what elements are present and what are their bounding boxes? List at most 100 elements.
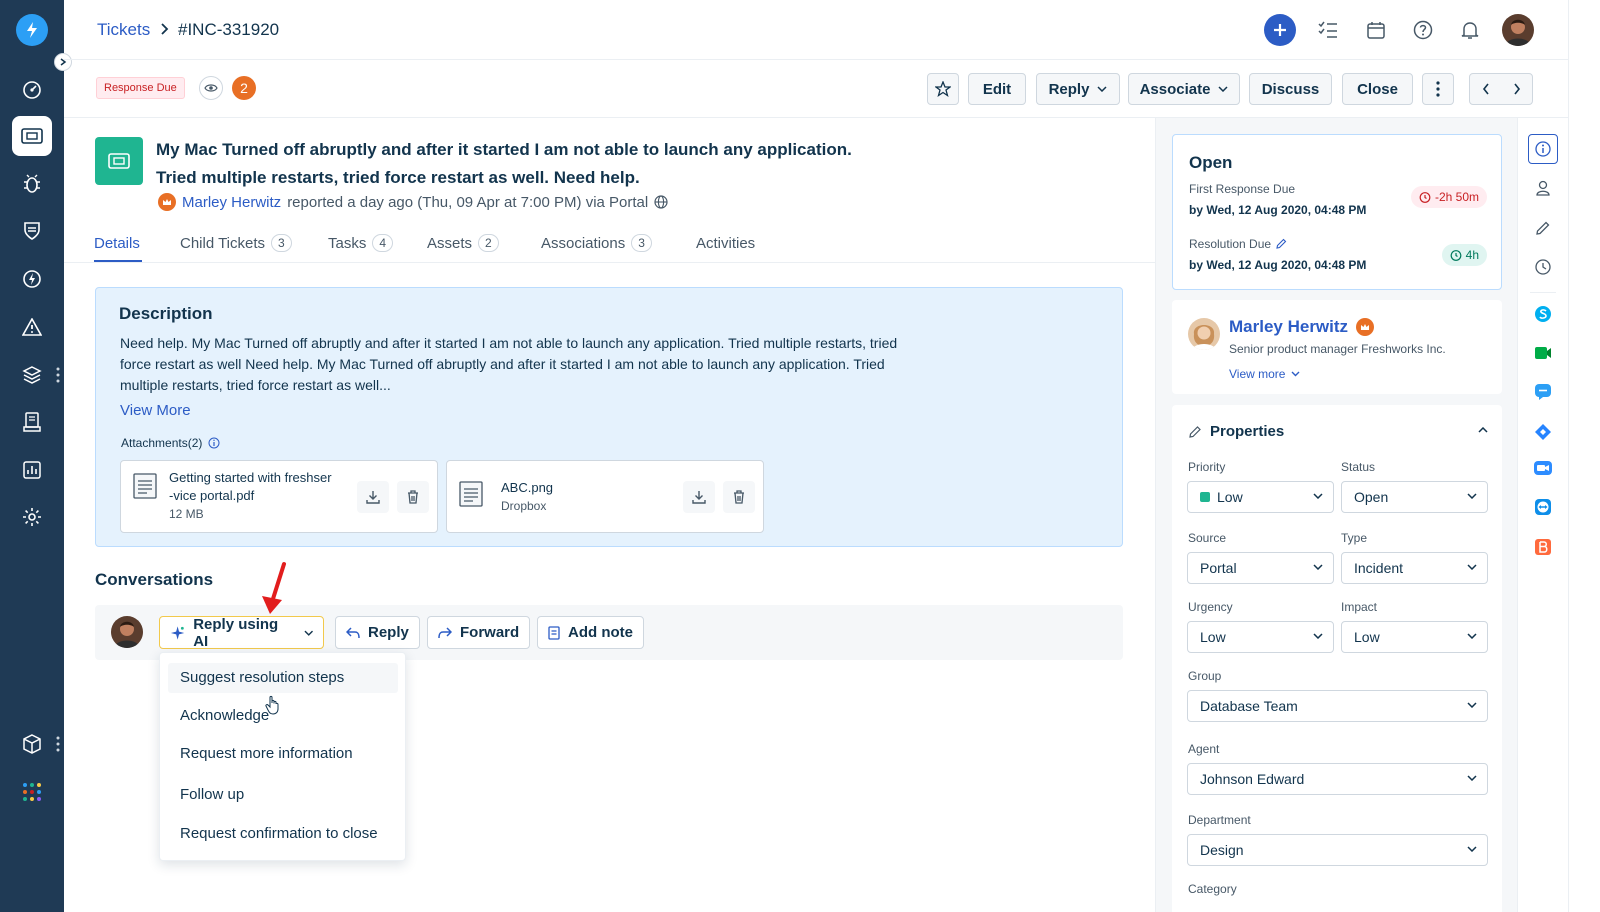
layers-icon[interactable]	[12, 355, 52, 395]
chat-icon[interactable]	[1530, 379, 1556, 405]
avatar[interactable]	[1502, 14, 1534, 46]
ticket-type-icon	[95, 137, 143, 185]
collapse-chevron-icon[interactable]	[1478, 427, 1488, 433]
sla-card: Open First Response Due by Wed, 12 Aug 2…	[1172, 134, 1502, 290]
skype-icon[interactable]	[1530, 301, 1556, 327]
status-select[interactable]: Open	[1341, 481, 1488, 513]
breadcrumb-tickets[interactable]: Tickets	[97, 20, 150, 40]
edit-button[interactable]: Edit	[968, 73, 1026, 105]
apps-grid-icon[interactable]	[12, 772, 52, 812]
delete-icon[interactable]	[723, 481, 755, 513]
type-select[interactable]: Incident	[1341, 552, 1488, 584]
department-select[interactable]: Design	[1187, 834, 1488, 866]
requester-name[interactable]: Marley Herwitz	[1229, 317, 1348, 337]
bug-icon[interactable]	[12, 164, 52, 204]
reports-icon[interactable]	[12, 450, 52, 490]
associate-dropdown-button[interactable]: Associate	[1128, 73, 1240, 105]
attachment-card[interactable]: Getting started with freshser -vice port…	[120, 460, 438, 533]
shield-icon[interactable]	[12, 211, 52, 251]
group-select[interactable]: Database Team	[1187, 690, 1488, 722]
chevron-down-icon	[303, 630, 313, 636]
help-icon[interactable]	[1407, 14, 1439, 46]
assets-icon[interactable]	[12, 402, 52, 442]
watcher-count-badge[interactable]: 2	[232, 76, 256, 100]
jira-icon[interactable]	[1530, 419, 1556, 445]
google-meet-icon[interactable]	[1530, 340, 1556, 366]
attachments-heading: Attachments(2)	[121, 436, 220, 450]
reply-button[interactable]: Reply	[335, 616, 420, 649]
delete-icon[interactable]	[397, 481, 429, 513]
tickets-icon[interactable]	[12, 116, 52, 156]
b-app-icon[interactable]	[1530, 534, 1556, 560]
tab-child-tickets[interactable]: Child Tickets 3	[180, 233, 292, 253]
agent-select[interactable]: Johnson Edward	[1187, 763, 1488, 795]
close-button[interactable]: Close	[1342, 73, 1413, 105]
more-actions-button[interactable]	[1422, 73, 1454, 105]
reply-using-ai-button[interactable]: Reply using AI	[159, 616, 324, 650]
category-label: Category	[1188, 882, 1237, 896]
menu-item-suggest-resolution[interactable]: Suggest resolution steps	[168, 663, 398, 693]
chevron-down-icon	[1218, 86, 1228, 92]
chevron-right-icon	[160, 22, 170, 36]
add-note-button[interactable]: Add note	[537, 616, 644, 649]
agent-label: Agent	[1188, 742, 1220, 756]
impact-select[interactable]: Low	[1341, 621, 1488, 653]
chevron-down-icon	[1097, 86, 1107, 92]
menu-item-request-confirmation[interactable]: Request confirmation to close	[168, 819, 398, 849]
menu-item-request-info[interactable]: Request more information	[168, 739, 398, 769]
alert-icon[interactable]	[12, 307, 52, 347]
tab-details[interactable]: Details	[94, 233, 140, 253]
tab-tasks[interactable]: Tasks 4	[328, 233, 394, 253]
star-button[interactable]	[927, 73, 959, 105]
requester-view-more[interactable]: View more	[1229, 367, 1300, 381]
cube-icon[interactable]	[12, 724, 52, 764]
attachment-card[interactable]: ABC.png Dropbox	[446, 460, 764, 533]
forward-button[interactable]: Forward	[427, 616, 531, 649]
clock-icon[interactable]	[1530, 254, 1556, 280]
dashboard-icon[interactable]	[12, 70, 52, 110]
reply-dropdown-button[interactable]: Reply	[1036, 73, 1120, 105]
discuss-button[interactable]: Discuss	[1249, 73, 1332, 105]
zoom-icon[interactable]	[1530, 455, 1556, 481]
resolution-date: by Wed, 12 Aug 2020, 04:48 PM	[1189, 258, 1367, 272]
add-icon[interactable]	[1264, 14, 1296, 46]
teamviewer-icon[interactable]	[1530, 494, 1556, 520]
settings-icon[interactable]	[12, 497, 52, 537]
download-icon[interactable]	[357, 481, 389, 513]
source-value: Portal	[1200, 560, 1237, 576]
view-more-link[interactable]: View More	[120, 402, 191, 419]
more-vertical-icon-2[interactable]	[56, 736, 60, 752]
priority-select[interactable]: Low	[1187, 481, 1334, 513]
logo-bolt-icon[interactable]	[16, 14, 48, 46]
bolt-icon[interactable]	[12, 259, 52, 299]
reporter-name-link[interactable]: Marley Herwitz	[182, 194, 281, 211]
contact-icon[interactable]	[1530, 175, 1556, 201]
timer-icon	[1450, 250, 1462, 261]
more-vertical-icon[interactable]	[56, 367, 60, 383]
edit-icon[interactable]	[1530, 215, 1556, 241]
urgency-select[interactable]: Low	[1187, 621, 1334, 653]
chevron-down-icon	[1313, 564, 1323, 570]
first-response-timer-badge: -2h 50m	[1410, 186, 1487, 208]
tab-activities[interactable]: Activities	[696, 233, 755, 253]
bell-icon[interactable]	[1454, 14, 1486, 46]
attachment-source: Dropbox	[501, 499, 547, 513]
menu-item-acknowledge[interactable]: Acknowledge	[168, 701, 398, 731]
tab-assets[interactable]: Assets 2	[427, 233, 499, 253]
ticket-status: Open	[1189, 153, 1233, 172]
tab-count: 4	[372, 234, 394, 252]
attachment-name: Getting started with freshser	[169, 470, 332, 485]
info-icon[interactable]	[1528, 134, 1558, 164]
agent-avatar	[111, 616, 143, 648]
tab-associations[interactable]: Associations 3	[541, 233, 652, 253]
document-icon	[133, 473, 157, 499]
watch-icon[interactable]	[199, 76, 223, 100]
download-icon[interactable]	[683, 481, 715, 513]
previous-ticket-icon[interactable]	[1482, 83, 1490, 95]
source-select[interactable]: Portal	[1187, 552, 1334, 584]
next-ticket-icon[interactable]	[1513, 83, 1521, 95]
calendar-icon[interactable]	[1360, 14, 1392, 46]
chevron-down-icon	[1313, 633, 1323, 639]
menu-item-follow-up[interactable]: Follow up	[168, 780, 398, 810]
tasks-icon[interactable]	[1312, 14, 1344, 46]
